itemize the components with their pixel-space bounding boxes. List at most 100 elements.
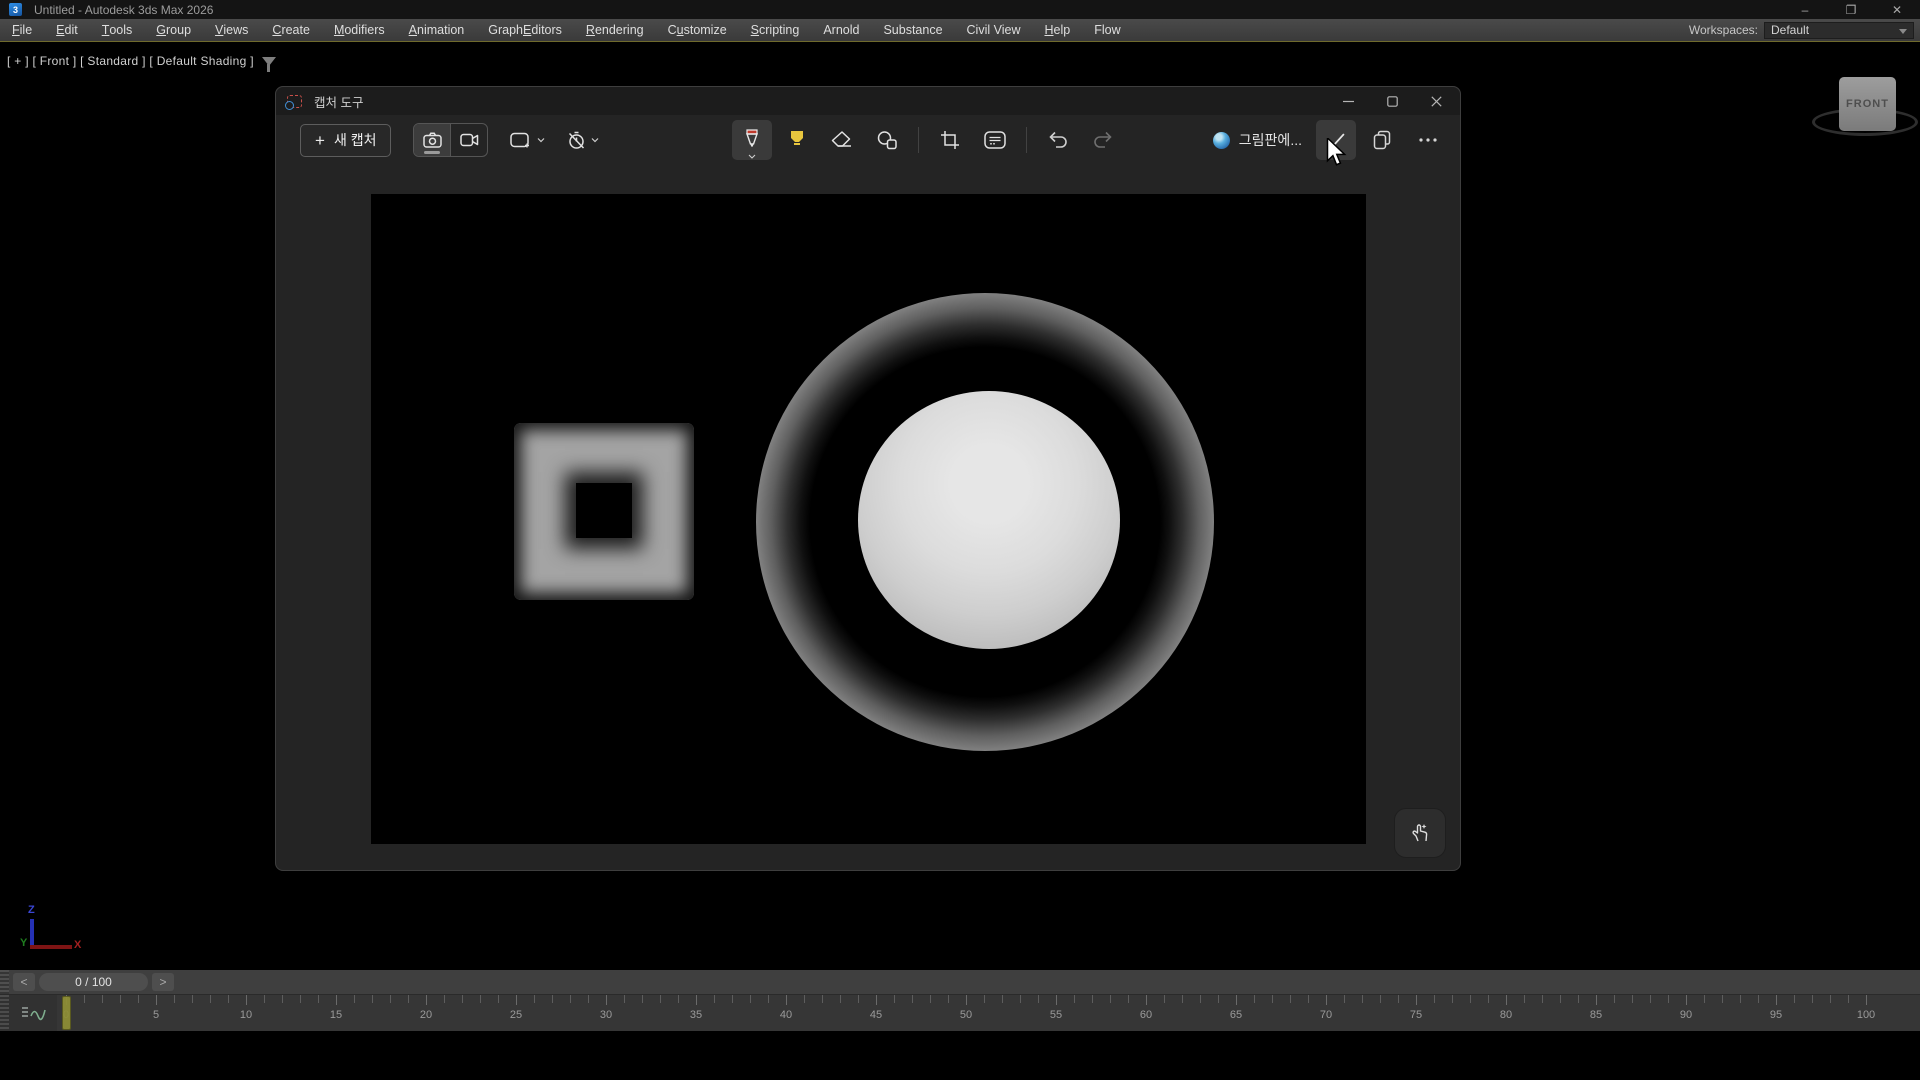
- redo-button[interactable]: [1083, 120, 1123, 160]
- timeline-tick-label: 5: [153, 1009, 159, 1021]
- timeline-tick: [786, 995, 787, 1005]
- eraser-tool[interactable]: [822, 120, 862, 160]
- edit-in-paint-button[interactable]: 그림판에...: [1205, 120, 1310, 160]
- timeline-tick: [1758, 995, 1759, 1003]
- frame-counter-field[interactable]: 0 / 100: [39, 973, 148, 991]
- menu-file[interactable]: File: [0, 19, 44, 41]
- menu-create[interactable]: Create: [260, 19, 322, 41]
- menu-flow[interactable]: Flow: [1082, 19, 1132, 41]
- menu-rendering[interactable]: Rendering: [574, 19, 656, 41]
- new-capture-button[interactable]: + 새 캡처: [300, 124, 391, 157]
- ballpoint-pen-tool[interactable]: [732, 120, 772, 160]
- menu-edit[interactable]: Edit: [44, 19, 90, 41]
- menu-views[interactable]: Views: [203, 19, 260, 41]
- axis-z-label: Z: [28, 904, 35, 916]
- timeline-tick-label: 95: [1770, 1009, 1782, 1021]
- timeline-tick-label: 60: [1140, 1009, 1152, 1021]
- chevron-down-icon: [537, 136, 545, 144]
- timeline-tick-label: 30: [600, 1009, 612, 1021]
- timeline-tick: [372, 995, 373, 1003]
- previous-frame-button[interactable]: <: [13, 973, 35, 991]
- text-actions-tool[interactable]: [975, 120, 1015, 160]
- click-to-do-button[interactable]: [1394, 808, 1446, 858]
- timeline-tick: [498, 995, 499, 1003]
- more-icon: [1419, 138, 1437, 142]
- timeline-tick: [426, 995, 427, 1005]
- viewcube[interactable]: FRONT: [1839, 77, 1896, 131]
- timeline-tick: [210, 995, 211, 1003]
- trackbar-grip[interactable]: [0, 970, 9, 994]
- shapes-tool[interactable]: [867, 120, 907, 160]
- timeline-scale[interactable]: 0510152025303540455055606570758085909510…: [66, 995, 1866, 1031]
- menu-animation[interactable]: Animation: [397, 19, 477, 41]
- open-mini-curve-editor-button[interactable]: [9, 995, 57, 1031]
- menu-civil-view[interactable]: Civil View: [955, 19, 1033, 41]
- timeline-tick: [1326, 995, 1327, 1005]
- timeline-tick-label: 65: [1230, 1009, 1242, 1021]
- menu-tools[interactable]: Tools: [90, 19, 145, 41]
- mouse-cursor: [1326, 138, 1350, 168]
- snip-delay-dropdown[interactable]: [567, 131, 599, 150]
- timeline-ruler[interactable]: 0510152025303540455055606570758085909510…: [0, 994, 1920, 1031]
- timeline-tick: [678, 995, 679, 1003]
- timeline-tick: [1290, 995, 1291, 1003]
- viewport-label[interactable]: [ + ] [ Front ] [ Standard ] [ Default S…: [7, 54, 276, 68]
- timeline-tick: [930, 995, 931, 1003]
- menu-graph-editors[interactable]: Graph Editors: [476, 19, 574, 41]
- timeline-tick: [642, 995, 643, 1003]
- menu-help[interactable]: Help: [1032, 19, 1082, 41]
- timeline-tick: [948, 995, 949, 1003]
- undo-button[interactable]: [1038, 120, 1078, 160]
- max-minimize-button[interactable]: –: [1782, 0, 1828, 19]
- next-frame-button[interactable]: >: [152, 973, 174, 991]
- menu-group[interactable]: Group: [144, 19, 203, 41]
- screenshot-mode-button[interactable]: [414, 124, 450, 156]
- timeline-tick: [570, 995, 571, 1003]
- timeline-tick: [732, 995, 733, 1003]
- menu-substance[interactable]: Substance: [871, 19, 954, 41]
- see-more-button[interactable]: [1408, 120, 1448, 160]
- captured-screenshot[interactable]: [371, 194, 1366, 844]
- timeline-tick-label: 10: [240, 1009, 252, 1021]
- timeline-tick: [1578, 995, 1579, 1003]
- timeline-tick: [1308, 995, 1309, 1003]
- timeline-grip[interactable]: [0, 995, 9, 1031]
- menu-arnold[interactable]: Arnold: [811, 19, 871, 41]
- time-slider-handle[interactable]: [62, 996, 71, 1030]
- timeline-tick: [1200, 995, 1201, 1003]
- timeline-tick: [1020, 995, 1021, 1003]
- snip-shape-dropdown[interactable]: [510, 132, 545, 149]
- highlighter-tool[interactable]: [777, 120, 817, 160]
- timeline-tick: [1542, 995, 1543, 1003]
- timeline-tick: [1038, 995, 1039, 1003]
- max-close-button[interactable]: ✕: [1874, 0, 1920, 19]
- timeline-tick: [336, 995, 337, 1005]
- snip-title-bar[interactable]: 캡처 도구: [276, 87, 1460, 115]
- timeline-tick-label: 100: [1857, 1009, 1875, 1021]
- workspace-value: Default: [1771, 23, 1809, 37]
- timeline-tick-label: 75: [1410, 1009, 1422, 1021]
- crop-tool[interactable]: [930, 120, 970, 160]
- filter-funnel-icon[interactable]: [262, 57, 276, 66]
- snip-minimize-button[interactable]: [1326, 87, 1370, 115]
- axis-z-line: [30, 919, 34, 947]
- timeline-tick: [606, 995, 607, 1005]
- timeline-tick: [1128, 995, 1129, 1003]
- copy-button[interactable]: [1362, 120, 1402, 160]
- square-ring-hole: [576, 483, 632, 538]
- menu-customize[interactable]: Customize: [656, 19, 739, 41]
- click-to-do-hand-icon: [1409, 822, 1431, 844]
- timeline-tick: [246, 995, 247, 1005]
- text-actions-icon: [984, 131, 1006, 149]
- workspace-dropdown[interactable]: Default: [1764, 22, 1914, 39]
- timeline-tick: [1848, 995, 1849, 1003]
- chevron-down-icon: [748, 154, 756, 159]
- menu-scripting[interactable]: Scripting: [739, 19, 812, 41]
- timeline-tick: [1650, 995, 1651, 1003]
- menu-modifiers[interactable]: Modifiers: [322, 19, 397, 41]
- timeline-tick-label: 25: [510, 1009, 522, 1021]
- max-restore-button[interactable]: ❐: [1828, 0, 1874, 19]
- snip-maximize-button[interactable]: [1370, 87, 1414, 115]
- snip-close-button[interactable]: [1414, 87, 1458, 115]
- video-record-mode-button[interactable]: [451, 124, 487, 156]
